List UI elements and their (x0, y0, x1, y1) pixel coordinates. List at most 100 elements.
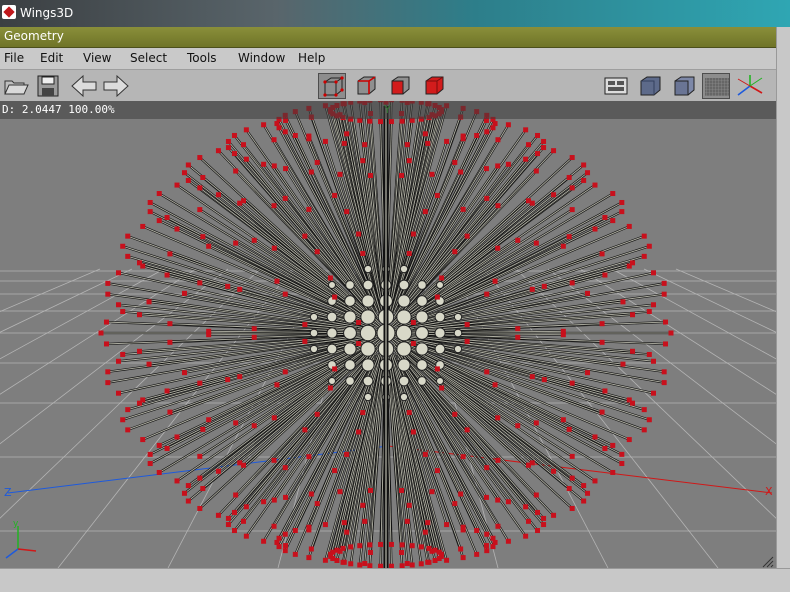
vertex-point[interactable] (661, 280, 667, 286)
vertex-point[interactable] (444, 522, 450, 528)
vertex-point[interactable] (147, 451, 153, 457)
vertex-point[interactable] (541, 138, 547, 144)
vertex-point[interactable] (271, 415, 277, 421)
vertex-point[interactable] (602, 272, 608, 278)
vertex-point[interactable] (282, 195, 288, 201)
vertex-point[interactable] (569, 453, 575, 459)
vertex-point[interactable] (646, 243, 652, 249)
vertex-point[interactable] (404, 518, 410, 524)
vertex-point[interactable] (569, 207, 575, 213)
vertex-point[interactable] (541, 283, 547, 289)
vertex-point[interactable] (357, 543, 363, 549)
vertex-point[interactable] (164, 388, 170, 394)
vertex-point[interactable] (646, 309, 652, 315)
vertex-point[interactable] (610, 218, 616, 224)
vertex-point[interactable] (626, 263, 632, 269)
vertex-point[interactable] (409, 562, 415, 568)
vertex-point[interactable] (136, 312, 142, 318)
vertex-point[interactable] (105, 369, 111, 375)
vertex-point[interactable] (641, 407, 647, 413)
vertex-point[interactable] (156, 442, 162, 448)
vertex-point[interactable] (619, 451, 625, 457)
vertex-point[interactable] (484, 195, 490, 201)
vertex-point[interactable] (314, 249, 320, 255)
vertex-point[interactable] (362, 142, 368, 148)
vertex-point[interactable] (592, 434, 598, 440)
vertex-point[interactable] (515, 326, 521, 332)
vertex-point[interactable] (566, 234, 572, 240)
vertex-point[interactable] (529, 460, 535, 466)
vertex-point[interactable] (241, 142, 246, 148)
vertex-point[interactable] (526, 518, 531, 524)
vertex-point[interactable] (585, 370, 591, 376)
vertex-point[interactable] (529, 374, 535, 380)
vertex-point[interactable] (484, 369, 490, 375)
vertex-point[interactable] (306, 454, 312, 460)
vertex-point[interactable] (515, 237, 521, 243)
vertex-point[interactable] (125, 233, 131, 239)
vertex-point[interactable] (464, 233, 470, 239)
vertex-point[interactable] (602, 214, 608, 220)
vertex-point[interactable] (523, 504, 529, 510)
vertex-point[interactable] (283, 543, 289, 549)
vertex-point[interactable] (233, 168, 239, 174)
vertex-point[interactable] (367, 542, 373, 548)
vertex-point[interactable] (592, 182, 598, 188)
vertex-point[interactable] (237, 460, 243, 466)
vertex-point[interactable] (490, 125, 496, 131)
vertex-point[interactable] (322, 138, 328, 144)
vertex-point[interactable] (630, 400, 636, 406)
vertex-point[interactable] (533, 240, 539, 246)
vertex-point[interactable] (200, 234, 206, 240)
vertex-point[interactable] (434, 468, 440, 474)
vertex-point[interactable] (98, 330, 104, 336)
vertex-point[interactable] (181, 290, 187, 296)
vertex-point[interactable] (505, 499, 511, 505)
vertex-point[interactable] (523, 127, 529, 133)
vertex-point[interactable] (344, 451, 350, 457)
vertex-point[interactable] (484, 291, 490, 297)
vertex-point[interactable] (243, 156, 249, 162)
vertex-point[interactable] (505, 122, 511, 128)
vertex-point[interactable] (147, 199, 153, 205)
vertex-point[interactable] (483, 166, 489, 172)
vertex-point[interactable] (314, 159, 320, 165)
vertex-point[interactable] (337, 171, 343, 177)
vertex-point[interactable] (282, 291, 288, 297)
vertex-point[interactable] (661, 369, 667, 375)
vertex-point[interactable] (484, 129, 490, 135)
menu-window[interactable]: Window (238, 51, 285, 65)
vertex-point[interactable] (136, 348, 142, 354)
vertex-point[interactable] (663, 319, 669, 325)
vertex-point[interactable] (432, 557, 438, 563)
vertex-point[interactable] (418, 544, 424, 550)
vertex-point[interactable] (105, 291, 111, 297)
vertex-point[interactable] (495, 415, 501, 421)
vertex-point[interactable] (551, 148, 557, 154)
vertex-point[interactable] (302, 322, 308, 328)
vertex-point[interactable] (271, 203, 277, 209)
wireframe-toggle-icon[interactable] (602, 73, 630, 99)
vertex-point[interactable] (388, 541, 394, 547)
vertex-point[interactable] (181, 490, 187, 496)
vertex-point[interactable] (225, 377, 231, 383)
vertex-point[interactable] (341, 140, 347, 146)
resize-grip-icon[interactable] (762, 556, 774, 568)
vertex-point[interactable] (231, 528, 237, 534)
vertex-point[interactable] (292, 528, 298, 534)
vertex-point[interactable] (581, 498, 587, 504)
vertex-point[interactable] (147, 461, 153, 467)
vertex-point[interactable] (140, 223, 146, 229)
vertex-point[interactable] (599, 339, 605, 345)
vertex-point[interactable] (356, 429, 362, 435)
vertex-point[interactable] (243, 533, 249, 539)
vertex-point[interactable] (646, 351, 652, 357)
vertex-point[interactable] (523, 533, 529, 539)
vertex-point[interactable] (619, 461, 625, 467)
vertex-point[interactable] (231, 509, 237, 515)
vertex-point[interactable] (505, 538, 511, 544)
vertex-point[interactable] (362, 560, 368, 566)
vertex-point[interactable] (378, 541, 384, 547)
vertex-point[interactable] (125, 427, 131, 433)
vertex-point[interactable] (271, 457, 277, 463)
